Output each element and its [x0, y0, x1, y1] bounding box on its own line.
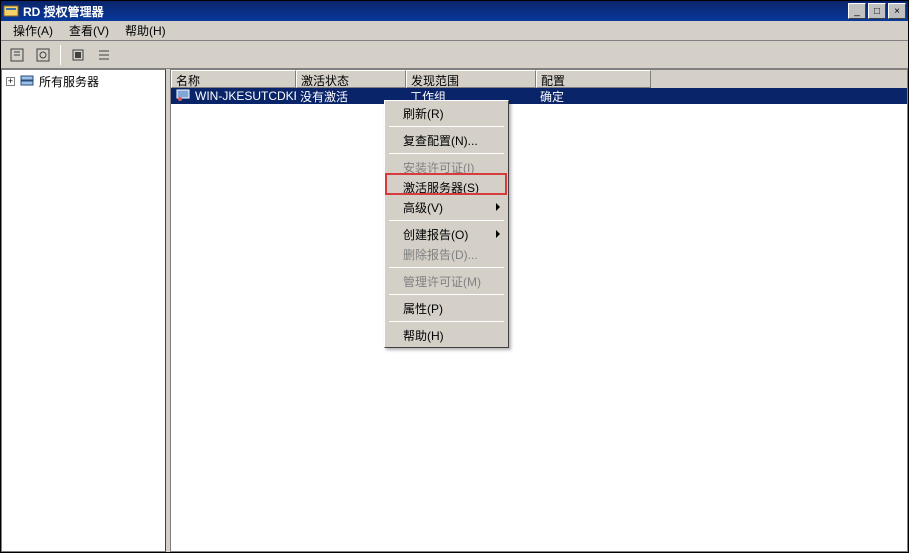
menu-install-license: 安装许可证(I) — [387, 157, 506, 177]
list-pane: 名称 激活状态 发现范围 配置 WIN-JKESUTCDKFE 没有激活 工作组… — [170, 69, 908, 552]
cell-name: WIN-JKESUTCDKFE — [171, 87, 296, 106]
toolbar-separator — [60, 45, 61, 65]
col-activation[interactable]: 激活状态 — [296, 70, 406, 88]
window-title: RD 授权管理器 — [23, 3, 848, 20]
menu-help[interactable]: 帮助(H) — [117, 20, 174, 41]
close-button[interactable]: × — [888, 3, 906, 19]
tree-root-item[interactable]: + 所有服务器 — [4, 72, 163, 90]
menu-create-report[interactable]: 创建报告(O) — [387, 224, 506, 244]
menu-separator — [389, 294, 504, 295]
col-config[interactable]: 配置 — [536, 70, 651, 88]
col-scope[interactable]: 发现范围 — [406, 70, 536, 88]
menu-separator — [389, 267, 504, 268]
tree-root-label: 所有服务器 — [39, 73, 99, 90]
window-controls: _ □ × — [848, 3, 906, 19]
app-icon — [3, 3, 19, 19]
toolbar-button-3[interactable] — [66, 44, 90, 66]
menu-manage-license: 管理许可证(M) — [387, 271, 506, 291]
menu-view[interactable]: 查看(V) — [61, 20, 117, 41]
expand-icon[interactable]: + — [6, 77, 15, 86]
cell-config: 确定 — [536, 88, 651, 105]
menu-refresh[interactable]: 刷新(R) — [387, 103, 506, 123]
maximize-button[interactable]: □ — [868, 3, 886, 19]
menu-separator — [389, 220, 504, 221]
menu-separator — [389, 321, 504, 322]
menu-activate-server[interactable]: 激活服务器(S) — [387, 177, 506, 197]
menu-advanced[interactable]: 高级(V) — [387, 197, 506, 217]
tree-pane: + 所有服务器 — [1, 69, 166, 552]
menubar: 操作(A) 查看(V) 帮助(H) — [1, 21, 908, 41]
col-name[interactable]: 名称 — [171, 70, 296, 88]
menu-advanced-label: 高级(V) — [403, 199, 443, 216]
menu-delete-report: 删除报告(D)... — [387, 244, 506, 264]
minimize-button[interactable]: _ — [848, 3, 866, 19]
menu-separator — [389, 126, 504, 127]
toolbar-button-1[interactable] — [5, 44, 29, 66]
toolbar-button-4[interactable] — [92, 44, 116, 66]
submenu-arrow-icon — [496, 203, 500, 211]
menu-review-config[interactable]: 复查配置(N)... — [387, 130, 506, 150]
titlebar: RD 授权管理器 _ □ × — [1, 1, 908, 21]
list-header: 名称 激活状态 发现范围 配置 — [171, 70, 907, 88]
menu-create-report-label: 创建报告(O) — [403, 226, 468, 243]
cell-name-text: WIN-JKESUTCDKFE — [195, 89, 296, 103]
context-menu: 刷新(R) 复查配置(N)... 安装许可证(I) 激活服务器(S) 高级(V)… — [384, 100, 509, 348]
menu-separator — [389, 153, 504, 154]
submenu-arrow-icon — [496, 230, 500, 238]
toolbar — [1, 41, 908, 69]
table-row[interactable]: WIN-JKESUTCDKFE 没有激活 工作组 确定 — [171, 88, 907, 104]
toolbar-button-2[interactable] — [31, 44, 55, 66]
menu-action[interactable]: 操作(A) — [5, 20, 61, 41]
menu-context-help[interactable]: 帮助(H) — [387, 325, 506, 345]
servers-icon — [19, 72, 35, 91]
server-icon — [175, 87, 191, 106]
menu-properties[interactable]: 属性(P) — [387, 298, 506, 318]
